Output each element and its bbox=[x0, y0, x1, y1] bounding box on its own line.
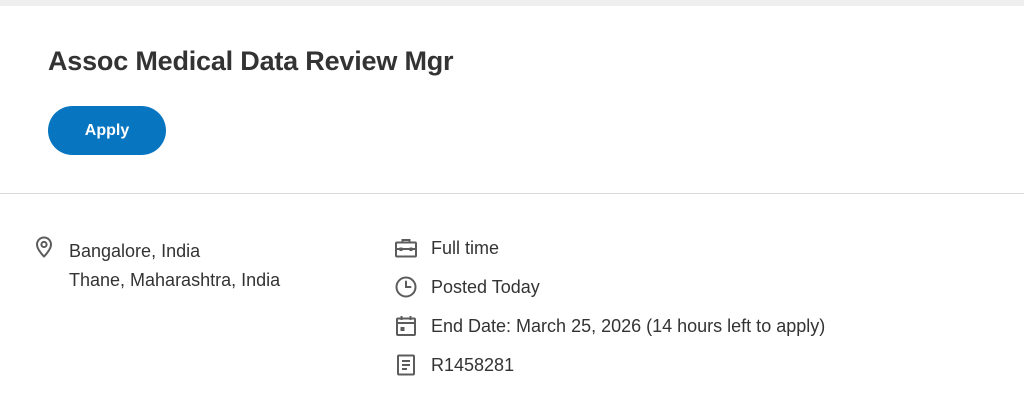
posted-text: Posted Today bbox=[431, 277, 540, 297]
document-icon bbox=[394, 353, 418, 377]
requisition-id-text: R1458281 bbox=[431, 355, 515, 375]
calendar-icon bbox=[394, 314, 418, 338]
job-details: Bangalore, India Thane, Maharashtra, Ind… bbox=[0, 195, 1024, 407]
apply-button[interactable]: Apply bbox=[48, 106, 166, 155]
location-pin-icon bbox=[32, 235, 56, 259]
job-title: Assoc Medical Data Review Mgr bbox=[48, 46, 454, 76]
briefcase-icon bbox=[394, 236, 418, 260]
clock-icon bbox=[394, 275, 418, 299]
location-item: Thane, Maharashtra, India bbox=[69, 270, 281, 290]
employment-type-text: Full time bbox=[431, 238, 500, 258]
job-header: Assoc Medical Data Review Mgr Apply bbox=[0, 6, 1024, 194]
location-item: Bangalore, India bbox=[69, 241, 201, 261]
location-list: Bangalore, India Thane, Maharashtra, Ind… bbox=[69, 237, 280, 295]
end-date-text: End Date: March 25, 2026 (14 hours left … bbox=[431, 316, 826, 336]
